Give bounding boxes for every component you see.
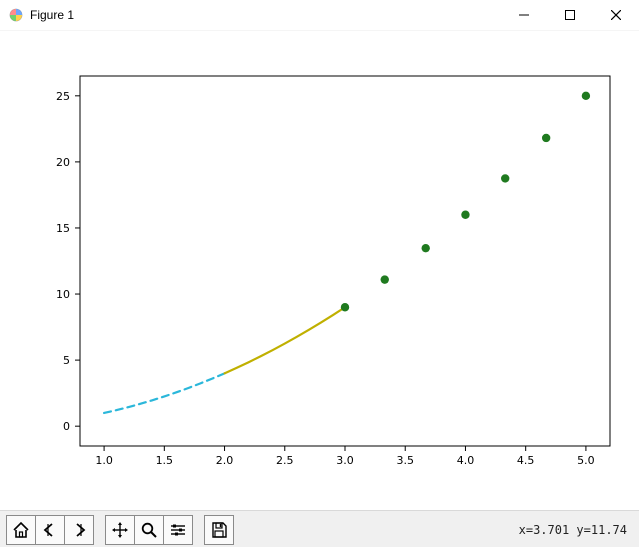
svg-text:3.5: 3.5 xyxy=(396,454,414,467)
svg-text:1.0: 1.0 xyxy=(95,454,113,467)
app-icon xyxy=(8,7,24,23)
svg-text:0: 0 xyxy=(63,420,70,433)
forward-button[interactable] xyxy=(64,515,94,545)
minimize-button[interactable] xyxy=(501,0,547,30)
svg-text:15: 15 xyxy=(56,222,70,235)
window-titlebar: Figure 1 xyxy=(0,0,639,31)
svg-text:2.0: 2.0 xyxy=(216,454,234,467)
svg-text:20: 20 xyxy=(56,156,70,169)
close-button[interactable] xyxy=(593,0,639,30)
svg-text:4.5: 4.5 xyxy=(517,454,535,467)
svg-text:3.0: 3.0 xyxy=(336,454,354,467)
cursor-coordinates: x=3.701 y=11.74 xyxy=(519,523,633,537)
svg-text:25: 25 xyxy=(56,90,70,103)
svg-text:1.5: 1.5 xyxy=(156,454,174,467)
home-button[interactable] xyxy=(6,515,36,545)
subplots-button[interactable] xyxy=(163,515,193,545)
svg-text:2.5: 2.5 xyxy=(276,454,294,467)
svg-text:10: 10 xyxy=(56,288,70,301)
window-title: Figure 1 xyxy=(30,8,74,22)
save-button[interactable] xyxy=(204,515,234,545)
back-button[interactable] xyxy=(35,515,65,545)
plot-area[interactable]: 1.0 1.5 2.0 2.5 3.0 3.5 4.0 4.5 5.0 0 5 10 15 20 25 xyxy=(0,31,639,510)
svg-text:4.0: 4.0 xyxy=(457,454,475,467)
svg-text:5: 5 xyxy=(63,354,70,367)
maximize-button[interactable] xyxy=(547,0,593,30)
svg-text:5.0: 5.0 xyxy=(577,454,595,467)
pan-button[interactable] xyxy=(105,515,135,545)
navigation-toolbar: x=3.701 y=11.74 xyxy=(0,510,639,547)
chart-canvas: 1.0 1.5 2.0 2.5 3.0 3.5 4.0 4.5 5.0 0 5 10 15 20 25 xyxy=(0,31,639,510)
zoom-button[interactable] xyxy=(134,515,164,545)
